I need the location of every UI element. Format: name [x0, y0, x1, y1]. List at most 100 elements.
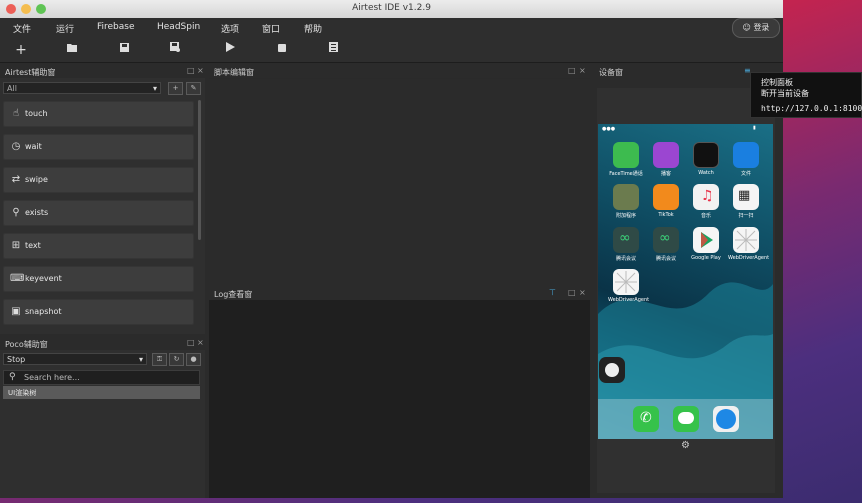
close-panel-icon[interactable]: × [197, 66, 204, 75]
poco-mode-select[interactable]: Stop ▾ [3, 353, 147, 365]
script-editor-area[interactable] [209, 79, 590, 284]
scan-app-icon[interactable]: ▦ [733, 184, 759, 210]
command-wait[interactable]: ◷ wait [3, 134, 194, 160]
clock-icon: ◷ [11, 141, 21, 152]
menu-bar: 文件 运行 Firebase HeadSpin 选项 窗口 帮助 [0, 18, 783, 38]
menu-headspin[interactable]: HeadSpin [157, 22, 200, 32]
assistive-touch-button[interactable] [599, 357, 625, 383]
panel-title: Log查看窗 [214, 290, 253, 299]
touch-icon: ☝ [12, 108, 20, 119]
watch-app-icon[interactable] [693, 142, 719, 168]
home-button-icon[interactable]: ⚙ [681, 441, 691, 451]
phone-app-icon[interactable]: ✆ [633, 406, 659, 432]
camera-icon: ▣ [11, 306, 21, 317]
command-snapshot[interactable]: ▣ snapshot [3, 299, 194, 325]
command-keyevent[interactable]: ⌨ keyevent [3, 266, 194, 292]
panel-title: Airtest辅助窗 [5, 68, 56, 77]
panel-header: Poco辅助窗 □ × [0, 336, 205, 350]
app-label: 附加程序 [615, 213, 636, 219]
app-label: 音乐 [700, 213, 711, 219]
login-button[interactable]: ☺ 登录 [732, 18, 780, 38]
save-as-icon[interactable] [166, 41, 184, 59]
command-label: touch [25, 109, 48, 118]
stop-icon[interactable] [273, 41, 291, 59]
ui-tree-root-row[interactable]: UI渲染树 [3, 386, 200, 399]
menu-item-control-panel[interactable]: 控制面板 [761, 77, 793, 88]
scrollbar[interactable] [198, 100, 201, 240]
command-touch[interactable]: ☝ touch [3, 101, 194, 127]
speech-bubble-icon [678, 412, 694, 424]
close-panel-icon[interactable]: × [579, 288, 586, 297]
scan-frame-icon: ▦ [738, 188, 751, 203]
poco-search-input[interactable]: ⚲ Search here... [3, 370, 200, 385]
menu-item-disconnect[interactable]: 断开当前设备 [761, 88, 809, 99]
webdriveragent-app-icon[interactable] [613, 269, 639, 295]
refresh-icon[interactable]: ↻ [169, 353, 184, 366]
filter-log-icon[interactable]: ⊤ [549, 288, 556, 297]
safari-app-icon[interactable] [713, 406, 739, 432]
meeting-logo-icon: ∞ [619, 230, 631, 246]
webdriveragent-app-icon[interactable] [733, 227, 759, 253]
poco-assistant-panel: Poco辅助窗 □ × Stop ▾ ⚿ ↻ ● ⚲ Search here..… [0, 336, 205, 498]
filter-value: All [7, 84, 17, 93]
filter-select[interactable]: All ▾ [3, 82, 161, 94]
command-label: swipe [25, 175, 48, 184]
google-play-app-icon[interactable] [693, 227, 719, 253]
swipe-icon: ⇄ [11, 174, 21, 185]
tencent-meeting-app-icon[interactable]: ∞ [613, 227, 639, 253]
device-address: http://127.0.0.1:8100 [761, 104, 862, 113]
command-exists[interactable]: ⚲ exists [3, 200, 194, 226]
float-panel-icon[interactable]: □ [187, 66, 195, 75]
grid-icon [615, 271, 637, 293]
save-icon[interactable] [115, 41, 133, 59]
new-file-icon[interactable]: + [12, 41, 30, 59]
app-label: Watch [698, 170, 714, 176]
command-text[interactable]: ⊞ text [3, 233, 194, 259]
panel-header: Airtest辅助窗 □ × [0, 64, 205, 78]
messages-app-icon[interactable] [673, 406, 699, 432]
float-panel-icon[interactable]: □ [568, 288, 576, 297]
run-icon[interactable] [221, 41, 239, 59]
menu-firebase[interactable]: Firebase [97, 22, 135, 32]
close-panel-icon[interactable]: × [579, 66, 586, 75]
record-icon[interactable]: ● [186, 353, 201, 366]
log-output-area [209, 301, 590, 498]
signal-icon: ●●● [602, 126, 616, 132]
magnifier-icon: ⚲ [12, 207, 20, 218]
files-app-icon[interactable] [733, 142, 759, 168]
tiktok-app-icon[interactable] [653, 184, 679, 210]
panel-header: Log查看窗 ⊤ □ × [209, 286, 590, 300]
edit-command-icon[interactable]: ✎ [186, 82, 201, 95]
menu-file[interactable]: 文件 [13, 22, 31, 35]
tencent-meeting-app-icon[interactable]: ∞ [653, 227, 679, 253]
menu-help[interactable]: 帮助 [304, 22, 322, 35]
extras-folder-icon[interactable] [613, 184, 639, 210]
search-icon: ⚲ [9, 372, 16, 382]
music-app-icon[interactable]: ♫ [693, 184, 719, 210]
user-icon: ☺ [742, 23, 751, 32]
poco-mode-value: Stop [7, 355, 26, 364]
toolbar: + [0, 38, 783, 63]
menu-window[interactable]: 窗口 [262, 22, 280, 35]
float-panel-icon[interactable]: □ [187, 338, 195, 347]
float-panel-icon[interactable]: □ [568, 66, 576, 75]
menu-run[interactable]: 运行 [56, 22, 74, 35]
command-label: text [25, 241, 41, 250]
airtest-ide-window: Airtest IDE v1.2.9 文件 运行 Firebase HeadSp… [0, 0, 783, 498]
lock-icon[interactable]: ⚿ [152, 353, 167, 366]
play-triangle-icon [701, 232, 713, 248]
log-icon[interactable] [324, 41, 342, 59]
add-command-icon[interactable]: + [168, 82, 183, 95]
menu-options[interactable]: 选项 [221, 22, 239, 35]
facetime-app-icon[interactable] [613, 142, 639, 168]
command-swipe[interactable]: ⇄ swipe [3, 167, 194, 193]
chevron-down-icon: ▾ [152, 84, 157, 93]
open-folder-icon[interactable] [63, 41, 81, 59]
phone-handset-icon: ✆ [640, 410, 652, 426]
podcasts-app-icon[interactable] [653, 142, 679, 168]
close-panel-icon[interactable]: × [197, 338, 204, 347]
battery-icon: ▮ [753, 125, 756, 131]
app-label: WebDriverAgent [728, 255, 770, 261]
search-placeholder: Search here... [24, 373, 80, 382]
app-label: TikTok [658, 212, 674, 218]
